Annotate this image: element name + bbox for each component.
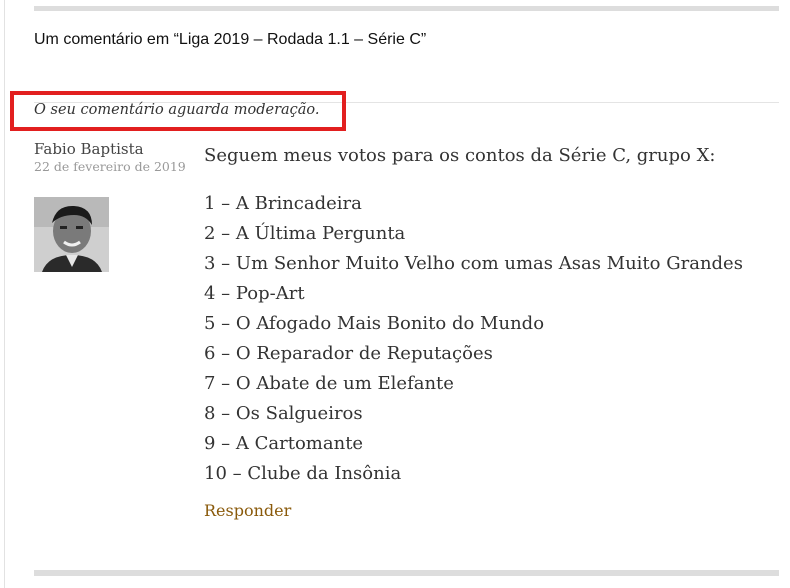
list-item: 9 – A Cartomante [204, 433, 364, 454]
list-item: 6 – O Reparador de Reputações [204, 343, 493, 364]
list-item: 1 – A Brincadeira [204, 193, 362, 214]
list-item: 5 – O Afogado Mais Bonito do Mundo [204, 313, 545, 334]
list-item: 2 – A Última Pergunta [204, 223, 406, 244]
votes-list: 1 – A Brincadeira 2 – A Última Pergunta … [204, 189, 743, 489]
page-left-border [4, 0, 5, 588]
comment-intro: Seguem meus votos para os contos da Séri… [204, 145, 716, 166]
list-item: 10 – Clube da Insônia [204, 463, 402, 484]
moderation-note: O seu comentário aguarda moderação. [34, 102, 320, 118]
list-item: 4 – Pop-Art [204, 283, 305, 304]
comment-author[interactable]: Fabio Baptista [34, 140, 144, 158]
comments-title: Um comentário em “Liga 2019 – Rodada 1.1… [34, 31, 427, 48]
avatar [34, 197, 109, 272]
list-item: 8 – Os Salgueiros [204, 403, 363, 424]
reply-link[interactable]: Responder [204, 501, 291, 520]
list-item: 3 – Um Senhor Muito Velho com umas Asas … [204, 253, 743, 274]
section-top-divider [34, 6, 779, 11]
section-bottom-divider [34, 570, 779, 576]
comment-date[interactable]: 22 de fevereiro de 2019 [34, 159, 186, 174]
comment-content: Seguem meus votos para os contos da Séri… [204, 145, 743, 484]
list-item: 7 – O Abate de um Elefante [204, 373, 454, 394]
